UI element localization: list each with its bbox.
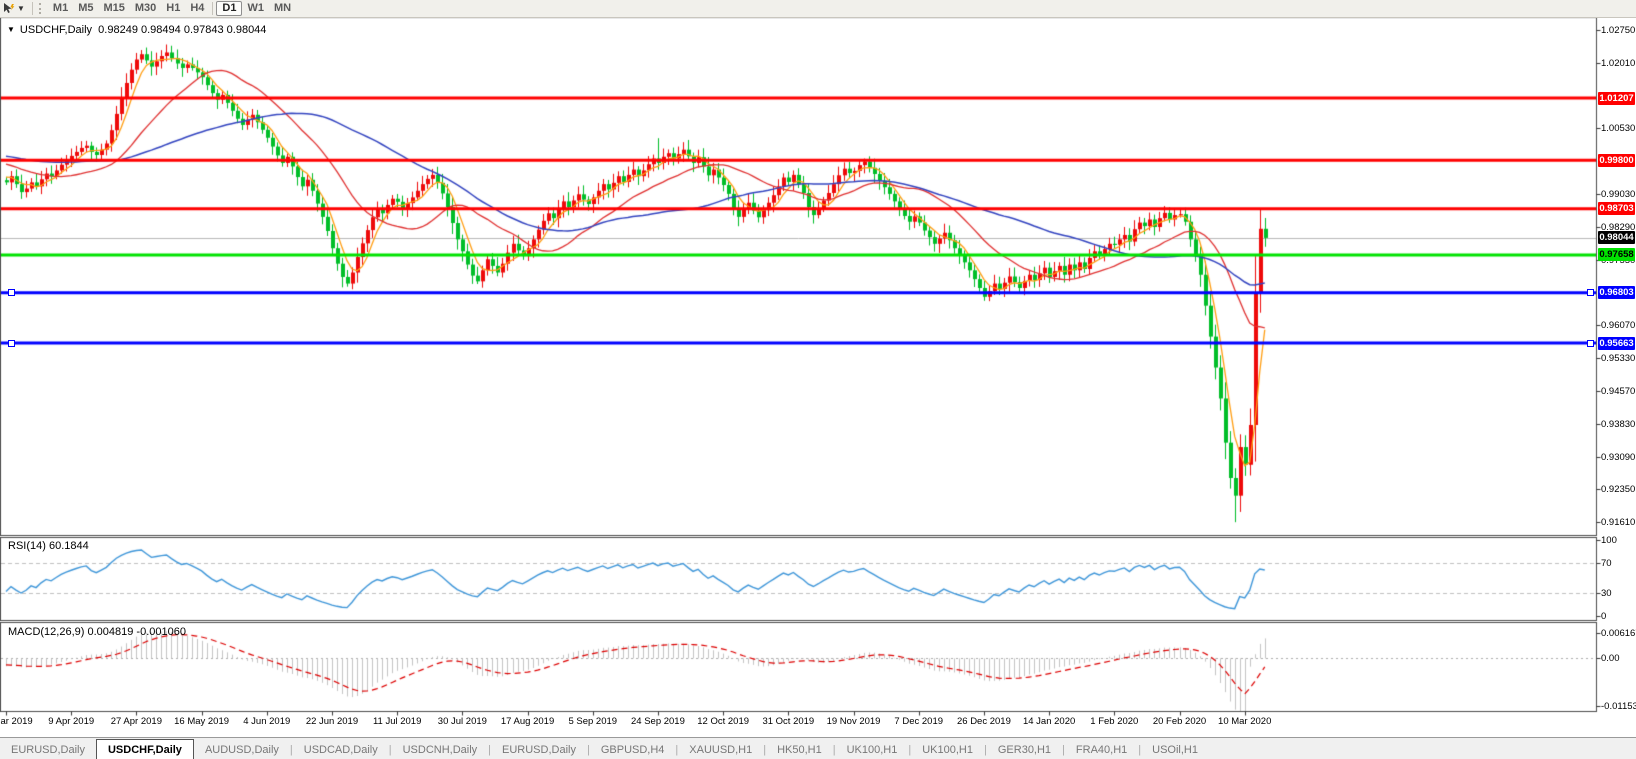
date-label: 31 Oct 2019 (762, 716, 815, 727)
date-label: 22 Jun 2019 (305, 716, 359, 727)
price-tick-label: 0.93830 (1601, 419, 1636, 431)
chart-tab-eurusd-daily[interactable]: EURUSD,Daily (491, 741, 587, 759)
macd-indicator-label: MACD(12,26,9) 0.004819 -0.001060 (8, 626, 186, 638)
date-label: 27 Apr 2019 (110, 716, 162, 727)
timeframe-toolbar: ▼ M1 M5 M15 M30 H1 H4 D1 W1 MN (0, 0, 1636, 18)
macd-tick-label: -0.01153 (1601, 701, 1636, 713)
ohlc-high: 0.98494 (141, 24, 181, 36)
date-label: 16 May 2019 (174, 716, 230, 727)
ohlc-close: 0.98044 (226, 24, 267, 36)
rsi-indicator-label: RSI(14) 60.1844 (8, 540, 89, 552)
toolbar-separator (31, 2, 33, 15)
hline-price-label: 1.01207 (1598, 91, 1635, 105)
chart-tab-uk100-h1[interactable]: UK100,H1 (911, 741, 984, 759)
price-tick-label: 0.91610 (1601, 517, 1636, 529)
chart-tab-eurusd-daily[interactable]: EURUSD,Daily (0, 741, 96, 759)
chart-tab-xauusd-h1[interactable]: XAUUSD,H1 (678, 741, 763, 759)
line-drag-handle[interactable] (1587, 289, 1594, 297)
timeframe-buttons: M1 M5 M15 M30 H1 H4 D1 W1 MN (48, 1, 296, 16)
rsi-tick-label: 100 (1601, 535, 1617, 546)
date-label: 4 Jun 2019 (243, 716, 291, 727)
macd-tick-label: 0.006167 (1601, 627, 1636, 639)
chart-dropdown-icon[interactable]: ▼ (7, 25, 15, 34)
timeframe-button-m15[interactable]: M15 (98, 1, 129, 16)
date-label: 19 Nov 2019 (826, 716, 881, 727)
chart-tab-hk50-h1[interactable]: HK50,H1 (766, 741, 833, 759)
price-tick-label: 0.99030 (1601, 189, 1636, 201)
chart-canvas[interactable] (0, 0, 1636, 759)
timeframe-button-m1[interactable]: M1 (48, 1, 73, 16)
timeframe-button-d1[interactable]: D1 (216, 1, 243, 16)
price-tick-label: 1.00530 (1601, 123, 1636, 135)
date-label: 12 Oct 2019 (697, 716, 750, 727)
timeframe-button-m30[interactable]: M30 (130, 1, 161, 16)
date-label: 21 Mar 2019 (0, 716, 33, 727)
price-tick-label: 0.94570 (1601, 386, 1636, 398)
line-drag-handle[interactable] (8, 339, 15, 347)
chart-tab-usdchf-daily[interactable]: USDCHF,Daily (95, 739, 194, 759)
chart-tab-usoil-h1[interactable]: USOil,H1 (1141, 741, 1209, 759)
chart-tab-ger30-h1[interactable]: GER30,H1 (987, 741, 1062, 759)
price-tick-label: 0.96070 (1601, 320, 1636, 332)
chart-symbol: USDCHF,Daily (19, 24, 93, 36)
timeframe-button-h1[interactable]: H1 (161, 1, 185, 16)
date-label: 9 Apr 2019 (48, 716, 95, 727)
date-label: 24 Sep 2019 (630, 716, 685, 727)
rsi-tick-label: 70 (1601, 557, 1612, 569)
current-price-label: 0.98044 (1598, 231, 1635, 245)
hline-price-label: 0.96803 (1598, 286, 1635, 300)
chevron-down-icon[interactable]: ▼ (17, 4, 25, 13)
line-drag-handle[interactable] (1587, 339, 1594, 347)
chart-tab-fra40-h1[interactable]: FRA40,H1 (1065, 741, 1138, 759)
timeframe-button-w1[interactable]: W1 (242, 1, 269, 16)
timeframe-button-mn[interactable]: MN (269, 1, 296, 16)
rsi-tick-label: 0 (1601, 611, 1607, 622)
hline-price-label: 0.99800 (1598, 153, 1635, 167)
ohlc-open: 0.98249 (98, 24, 138, 36)
timeframe-button-h4[interactable]: H4 (185, 1, 209, 16)
price-tick-label: 0.95330 (1601, 352, 1636, 364)
date-label: 5 Sep 2019 (568, 716, 618, 727)
toolbar-separator (212, 2, 214, 15)
chart-tab-usdcad-daily[interactable]: USDCAD,Daily (293, 741, 389, 759)
date-label: 11 Jul 2019 (372, 716, 422, 727)
date-label: 26 Dec 2019 (956, 716, 1011, 727)
date-label: 20 Feb 2020 (1152, 716, 1207, 727)
date-label: 10 Mar 2020 (1218, 716, 1272, 727)
timeframe-button-m5[interactable]: M5 (73, 1, 98, 16)
date-label: 7 Dec 2019 (894, 716, 944, 727)
rsi-tick-label: 30 (1601, 588, 1612, 600)
price-tick-label: 1.02750 (1601, 24, 1636, 36)
ohlc-low: 0.97843 (183, 24, 224, 36)
hline-price-label: 0.95663 (1598, 336, 1635, 350)
date-label: 14 Jan 2020 (1022, 716, 1076, 727)
mt4-window: ▼ M1 M5 M15 M30 H1 H4 D1 W1 MN ▼ USDCHF,Daily 0.9… (0, 0, 1636, 759)
chart-tab-usdcnh-daily[interactable]: USDCNH,Daily (392, 741, 489, 759)
line-drag-handle[interactable] (8, 289, 15, 297)
chart-tab-audusd-daily[interactable]: AUDUSD,Daily (194, 741, 290, 759)
date-label: 30 Jul 2019 (437, 716, 487, 727)
hline-price-label: 0.98703 (1598, 202, 1635, 216)
chart-tab-bar: EURUSD,Daily USDCHF,Daily AUDUSD,Daily | USD… (0, 737, 1636, 759)
chart-title: ▼ USDCHF,Daily 0.98249 0.98494 0.97843 0.… (7, 24, 266, 36)
toolbar-grip[interactable] (38, 3, 43, 14)
date-label: 17 Aug 2019 (500, 716, 555, 727)
chart-tab-gbpusd-h4[interactable]: GBPUSD,H4 (590, 741, 676, 759)
price-tick-label: 0.92350 (1601, 484, 1636, 496)
chart-tab-uk100-h1[interactable]: UK100,H1 (836, 741, 909, 759)
hline-price-label: 0.97658 (1598, 248, 1635, 262)
macd-tick-label: 0.00 (1601, 653, 1620, 665)
cursor-tool-icon[interactable] (2, 2, 16, 15)
price-tick-label: 1.02010 (1601, 57, 1636, 69)
price-tick-label: 0.93090 (1601, 451, 1636, 463)
date-label: 1 Feb 2020 (1090, 716, 1139, 727)
